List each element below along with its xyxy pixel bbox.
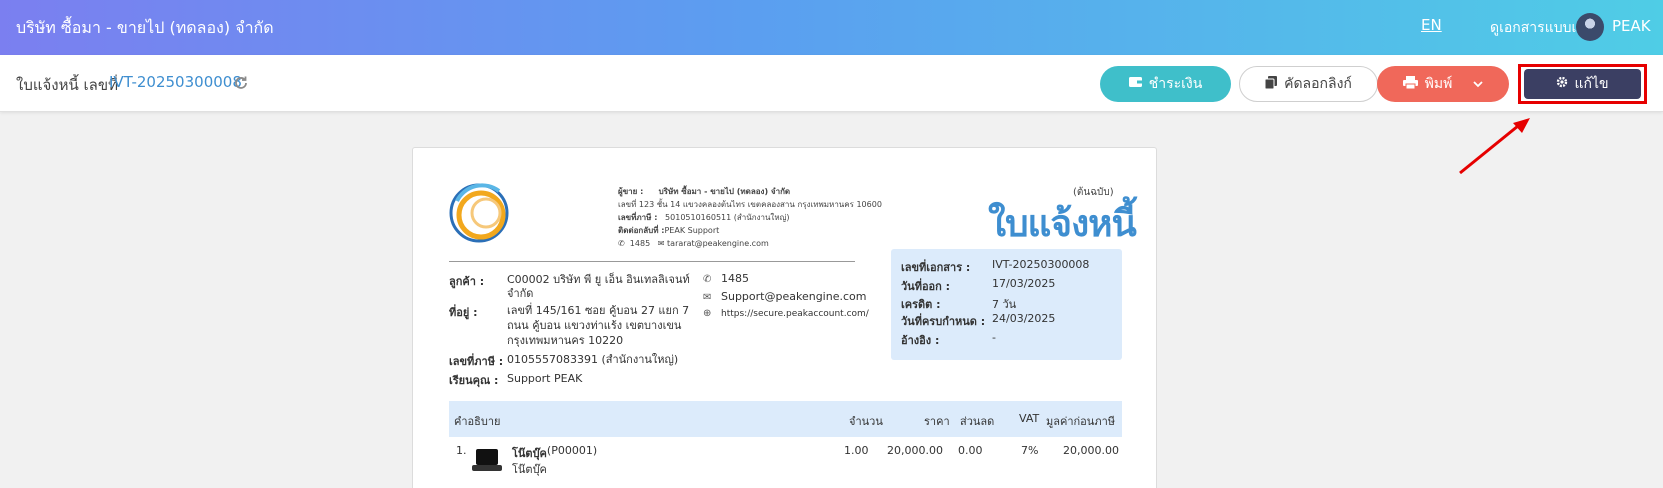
copy-link-button-label: คัดลอกลิงก์ — [1284, 76, 1352, 92]
laptop-icon — [472, 449, 502, 471]
due-date-value: 24/03/2025 — [992, 312, 1056, 325]
table-row[interactable]: 1. โน๊ตบุ๊ค (P00001) โน๊ตบุ๊ค 1.00 20,00… — [449, 444, 1122, 484]
pay-button[interactable]: ชำระเงิน — [1100, 66, 1231, 102]
customer-tax-id: 0105557083391 (สำนักงานใหญ่) — [507, 353, 679, 366]
seller-contact-label: ติดต่อกลับที่ : — [618, 226, 665, 235]
credit-value: 7 วัน — [992, 298, 1017, 311]
reference-value: - — [992, 331, 996, 344]
seller-email: tararat@peakengine.com — [667, 239, 769, 248]
row-vat: 7% — [1021, 444, 1039, 457]
copy-link-button[interactable]: คัดลอกลิงก์ — [1239, 66, 1378, 102]
globe-icon: ⊕ — [703, 308, 712, 319]
divider — [449, 261, 855, 262]
attn-name: Support PEAK — [507, 372, 583, 385]
customer-label: ลูกค้า : — [449, 275, 485, 288]
credit-label: เครดิต : — [901, 298, 941, 311]
issue-date-value: 17/03/2025 — [992, 277, 1056, 290]
customer-tax-label: เลขที่ภาษี : — [449, 355, 504, 368]
seller-label: ผู้ขาย : — [618, 187, 644, 196]
address-line1: เลขที่ 145/161 ซอย คู้บอน 27 แยก 7 — [507, 304, 690, 317]
seller-contact-name: PEAK Support — [664, 226, 720, 235]
header-discount: ส่วนลด — [960, 415, 995, 428]
items-table-header: คำอธิบาย จำนวน ราคา ส่วนลด VAT มูลค่าก่อ… — [449, 401, 1122, 437]
attn-label: เรียนคุณ : — [449, 374, 499, 387]
header-vat: VAT — [1019, 412, 1040, 425]
printer-icon — [1402, 75, 1418, 93]
doc-no-value: IVT-20250300008 — [992, 258, 1090, 271]
invoice-document: ผู้ขาย : บริษัท ซื้อมา - ขายไป (ทดลอง) จ… — [412, 147, 1157, 488]
user-name[interactable]: PEAK — [1612, 17, 1651, 35]
contact-phone: 1485 — [721, 272, 749, 285]
seller-address: เลขที่ 123 ชั้น 14 แขวงคลองต้นไทร เขตคลอ… — [618, 200, 882, 209]
document-info-box: เลขที่เอกสาร : IVT-20250300008 วันที่ออก… — [891, 249, 1122, 360]
pay-button-label: ชำระเงิน — [1148, 76, 1203, 92]
seller-tax-id: 5010510160511 (สำนักงานใหญ่) — [665, 213, 790, 222]
header-price: ราคา — [924, 415, 950, 428]
contact-web: https://secure.peakaccount.com/ — [721, 309, 869, 319]
seller-phone: 1485 — [629, 239, 651, 248]
language-switch[interactable]: EN — [1421, 16, 1442, 34]
row-price: 20,000.00 — [887, 444, 943, 457]
issue-date-label: วันที่ออก : — [901, 280, 951, 293]
document-type-label: ใบแจ้งหนี้ เลขที่ — [16, 76, 118, 94]
edit-button-label: แก้ไข — [1574, 76, 1609, 92]
refresh-icon[interactable] — [233, 75, 249, 91]
address-line2: ถนน คู้บอน แขวงท่าแร้ง เขตบางเขน — [507, 319, 682, 332]
product-name: โน๊ตบุ๊ค — [512, 447, 547, 460]
top-bar: บริษัท ซื้อมา - ขายไป (ทดลอง) จำกัด EN ด… — [0, 0, 1663, 55]
due-date-label: วันที่ครบกำหนด : — [901, 315, 986, 328]
document-number[interactable]: IVT-20250300008 — [109, 73, 242, 91]
document-header: ใบแจ้งหนี้ เลขที่ IVT-20250300008 ชำระเง… — [0, 55, 1663, 112]
header-amount: มูลค่าก่อนภาษี — [1046, 415, 1115, 428]
address-line3: กรุงเทพมหานคร 10220 — [507, 334, 624, 347]
document-title: ใบแจ้งหนี้ — [988, 202, 1137, 245]
phone-icon: ✆ — [618, 239, 625, 248]
row-amount: 20,000.00 — [1063, 444, 1119, 457]
address-label: ที่อยู่ : — [449, 306, 478, 319]
customer-name-line1: C00002 บริษัท พี ยู เอ็น อินเทลลิเจนท์ — [507, 273, 690, 286]
envelope-icon: ✉ — [657, 239, 665, 248]
phone-icon: ✆ — [703, 274, 712, 285]
chevron-down-icon[interactable] — [1473, 78, 1483, 91]
seller-name: บริษัท ซื้อมา - ขายไป (ทดลอง) จำกัด — [658, 187, 791, 196]
reference-label: อ้างอิง : — [901, 334, 940, 347]
product-subtitle: โน๊ตบุ๊ค — [512, 463, 547, 476]
print-button-label: พิมพ์ — [1424, 76, 1453, 92]
row-number: 1. — [456, 444, 467, 457]
avatar[interactable] — [1576, 13, 1604, 41]
seller-info: ผู้ขาย : บริษัท ซื้อมา - ขายไป (ทดลอง) จ… — [618, 185, 882, 250]
edit-button-highlight: แก้ไข — [1518, 64, 1647, 104]
annotation-arrow — [1459, 118, 1530, 175]
doc-no-label: เลขที่เอกสาร : — [901, 261, 971, 274]
seller-tax-label: เลขที่ภาษี : — [618, 213, 658, 222]
customer-name-line2: จำกัด — [507, 287, 534, 300]
wallet-icon — [1128, 76, 1142, 92]
row-discount: 0.00 — [958, 444, 983, 457]
header-description: คำอธิบาย — [454, 415, 501, 428]
product-code: (P00001) — [546, 444, 598, 457]
gear-icon — [1556, 76, 1568, 92]
header-quantity: จำนวน — [849, 415, 883, 428]
print-button[interactable]: พิมพ์ — [1377, 66, 1509, 102]
edit-button[interactable]: แก้ไข — [1524, 69, 1641, 99]
row-quantity: 1.00 — [844, 444, 869, 457]
company-logo — [449, 183, 509, 243]
envelope-icon: ✉ — [703, 292, 712, 303]
company-name[interactable]: บริษัท ซื้อมา - ขายไป (ทดลอง) จำกัด — [16, 16, 274, 41]
contact-email: Support@peakengine.com — [721, 290, 867, 303]
copy-icon — [1264, 75, 1278, 93]
